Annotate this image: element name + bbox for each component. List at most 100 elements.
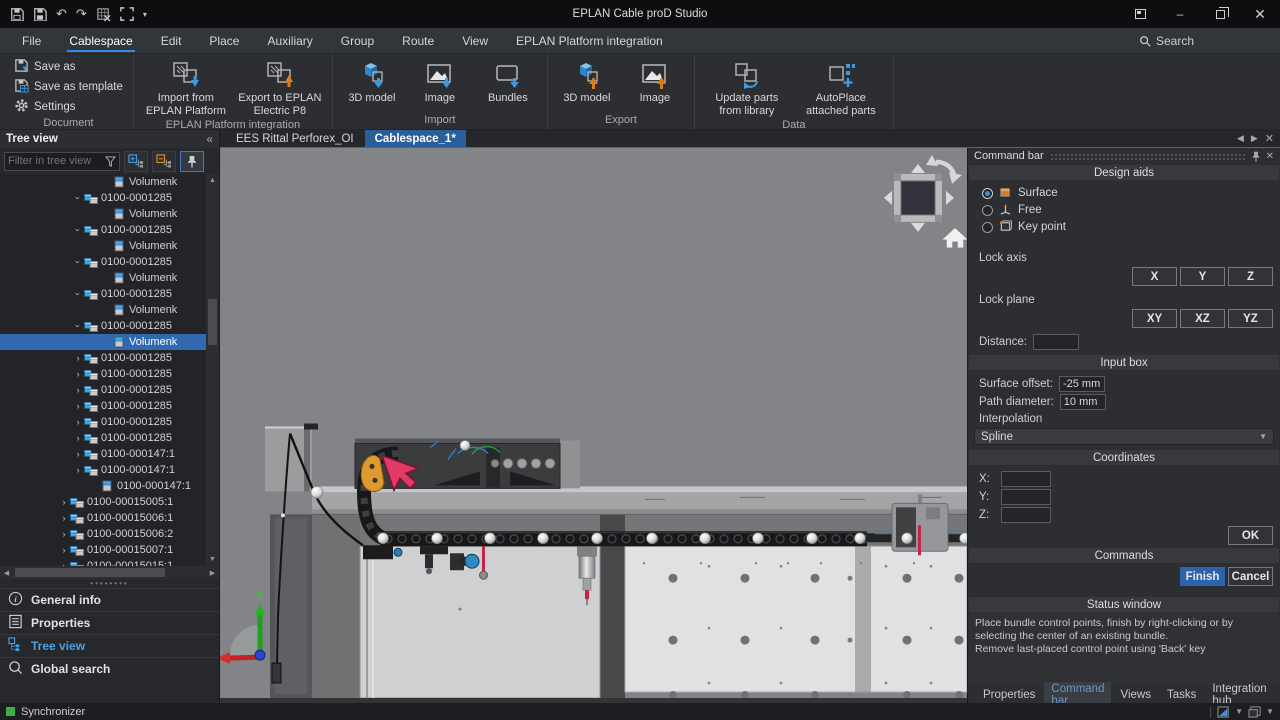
chevron-right-icon[interactable]: › (72, 369, 84, 379)
bundles-button[interactable]: Bundles (475, 57, 541, 106)
save-icon[interactable] (10, 7, 24, 21)
pin-icon[interactable] (1252, 151, 1260, 162)
document-tab-ees-rittal-perforex-oi[interactable]: EES Rittal Perforex_OI (226, 130, 364, 147)
sidebar-item-properties[interactable]: Properties (0, 611, 219, 634)
chevron-right-icon[interactable]: › (58, 545, 70, 555)
qat-dropdown-icon[interactable]: ▾ (143, 10, 147, 19)
collapse-all-button[interactable] (152, 151, 176, 172)
tree-item[interactable]: ›0100-0001285 (0, 382, 206, 398)
chevron-right-icon[interactable]: › (72, 465, 84, 475)
chevron-right-icon[interactable]: › (72, 417, 84, 427)
tree-item[interactable]: ›0100-0001285 (0, 318, 206, 334)
lock-plane-xz-button[interactable]: XZ (1180, 309, 1225, 328)
control-point[interactable] (378, 533, 389, 544)
3d-scene[interactable]: Y X (220, 148, 967, 703)
tab-scroll-right-icon[interactable]: ▶ (1251, 133, 1258, 144)
scroll-up-icon[interactable]: ▲ (209, 174, 216, 187)
tree-filter-input[interactable] (8, 155, 105, 167)
settings-button[interactable]: Settings (10, 97, 127, 116)
fullscreen-icon[interactable] (120, 7, 134, 21)
collapse-panel-icon[interactable]: « (206, 132, 213, 146)
chevron-right-icon[interactable]: › (72, 353, 84, 363)
lock-axis-y-button[interactable]: Y (1180, 267, 1225, 286)
view-layout-dropdown-icon[interactable]: ▼ (1266, 707, 1274, 716)
design-aid-option-free[interactable]: Free (982, 202, 1280, 218)
redo-icon[interactable]: ↷ (76, 6, 87, 22)
undo-icon[interactable]: ↶ (56, 6, 67, 22)
tab-scroll-left-icon[interactable]: ◀ (1237, 133, 1244, 144)
import-from-eplan-platform-button[interactable]: Import from EPLAN Platform (140, 57, 232, 118)
tree-item[interactable]: ›0100-00015007:1 (0, 542, 206, 558)
export-to-eplan-electric-p8-button[interactable]: Export to EPLAN Electric P8 (234, 57, 326, 118)
left-post[interactable] (265, 424, 318, 699)
surface-offset-input[interactable] (1059, 376, 1105, 392)
tree-item[interactable]: ›0100-0001285 (0, 222, 206, 238)
machine-beam[interactable] (312, 486, 967, 514)
tree-item[interactable]: Volumenk (0, 334, 206, 350)
design-aid-option-key-point[interactable]: Key point (982, 219, 1280, 235)
panel-tab-tasks[interactable]: Tasks (1160, 688, 1203, 702)
tree-item[interactable]: ›0100-0001285 (0, 350, 206, 366)
mounting-panel-left[interactable] (360, 546, 600, 698)
chevron-right-icon[interactable]: › (58, 513, 70, 523)
control-point[interactable] (700, 533, 711, 544)
lock-axis-x-button[interactable]: X (1132, 267, 1177, 286)
tree-item[interactable]: 0100-000147:1 (0, 478, 206, 494)
chevron-right-icon[interactable]: › (58, 497, 70, 507)
view-layout-icon[interactable] (1248, 706, 1261, 718)
tree-item[interactable]: ›0100-0001285 (0, 286, 206, 302)
dock-window-icon[interactable] (1120, 0, 1160, 28)
close-panel-icon[interactable]: ✕ (1266, 151, 1274, 162)
scroll-right-icon[interactable]: ▶ (206, 569, 219, 577)
menu-item-file[interactable]: File (8, 28, 55, 53)
panel-splitter[interactable]: •••••••• (0, 579, 219, 588)
tree-item[interactable]: ›0100-00015006:1 (0, 510, 206, 526)
tree-item[interactable]: ›0100-00015005:1 (0, 494, 206, 510)
radio-button[interactable] (982, 205, 993, 216)
hscroll-thumb[interactable] (15, 568, 165, 577)
control-point[interactable] (753, 533, 764, 544)
minimize-icon[interactable]: – (1160, 0, 1200, 28)
tree-item[interactable]: Volumenk (0, 270, 206, 286)
chevron-down-icon[interactable]: › (73, 192, 83, 204)
tree-item[interactable]: Volumenk (0, 302, 206, 318)
path-diameter-input[interactable] (1060, 394, 1106, 410)
search-box[interactable]: Search (1139, 28, 1280, 53)
sidebar-item-general-info[interactable]: iGeneral info (0, 588, 219, 611)
chevron-right-icon[interactable]: › (58, 529, 70, 539)
menu-item-cablespace[interactable]: Cablespace (55, 28, 146, 53)
chevron-right-icon[interactable]: › (72, 401, 84, 411)
restore-icon[interactable] (1200, 0, 1240, 28)
pin-panel-button[interactable] (180, 151, 204, 172)
chevron-down-icon[interactable]: › (73, 320, 83, 332)
save-as-button[interactable]: Save as (10, 57, 127, 76)
cancel-button[interactable]: Cancel (1228, 567, 1273, 586)
tree-item[interactable]: Volumenk (0, 174, 206, 190)
coord-y-input[interactable] (1001, 489, 1051, 505)
image-button[interactable]: Image (622, 57, 688, 106)
lock-axis-z-button[interactable]: Z (1228, 267, 1273, 286)
menu-item-edit[interactable]: Edit (147, 28, 196, 53)
menu-item-group[interactable]: Group (327, 28, 388, 53)
save-all-icon[interactable] (33, 7, 47, 21)
tree-item[interactable]: ›0100-0001285 (0, 398, 206, 414)
image-button[interactable]: Image (407, 57, 473, 106)
tree-item[interactable]: ›0100-0001285 (0, 190, 206, 206)
control-point[interactable] (807, 533, 818, 544)
coord-x-input[interactable] (1001, 471, 1051, 487)
menu-item-eplan-platform-integration[interactable]: EPLAN Platform integration (502, 28, 677, 53)
radio-button[interactable] (982, 222, 993, 233)
ok-button[interactable]: OK (1228, 526, 1273, 545)
tree-item[interactable]: ›0100-000147:1 (0, 462, 206, 478)
chevron-right-icon[interactable]: › (72, 449, 84, 459)
chevron-down-icon[interactable]: › (73, 224, 83, 236)
interpolation-select[interactable]: Spline ▼ (974, 428, 1274, 445)
coord-z-input[interactable] (1001, 507, 1051, 523)
finish-button[interactable]: Finish (1180, 567, 1225, 586)
tree-item[interactable]: ›0100-0001285 (0, 254, 206, 270)
tab-close-icon[interactable]: ✕ (1265, 132, 1274, 145)
orange-clamp[interactable] (361, 455, 384, 491)
grid-close-icon[interactable] (96, 7, 111, 22)
sidebar-item-tree-view[interactable]: Tree view (0, 634, 219, 657)
lock-plane-yz-button[interactable]: YZ (1228, 309, 1273, 328)
